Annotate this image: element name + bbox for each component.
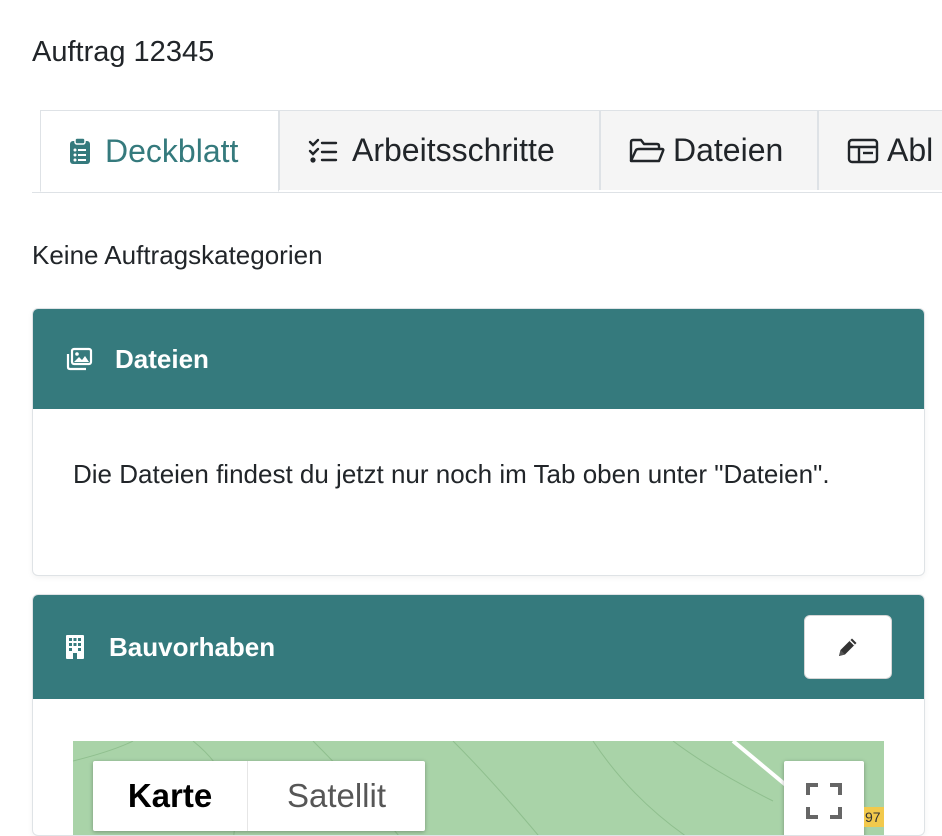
tab-label: Deckblatt <box>105 132 239 169</box>
map-type-satellit[interactable]: Satellit <box>247 761 425 831</box>
fullscreen-button[interactable] <box>784 761 864 835</box>
map-type-karte[interactable]: Karte <box>93 761 247 831</box>
tab-label: Dateien <box>673 132 784 168</box>
road-number-label: 97 <box>864 807 884 827</box>
page-title: Auftrag 12345 <box>32 36 215 68</box>
images-icon <box>65 347 93 371</box>
tab-deckblatt[interactable]: Deckblatt <box>40 110 279 192</box>
files-card-title: Dateien <box>115 343 209 374</box>
project-card: Bauvorhaben Karte Satellit 97 <box>32 594 925 836</box>
map[interactable]: Karte Satellit 97 <box>73 741 884 835</box>
project-card-title: Bauvorhaben <box>109 631 276 662</box>
tab-bar: Deckblatt Arbeitsschritte Dateien Abl <box>32 110 942 193</box>
tab-label: Arbeitsschritte <box>352 132 555 168</box>
building-icon <box>65 634 85 660</box>
project-card-header: Bauvorhaben <box>33 595 924 699</box>
fullscreen-icon <box>806 783 842 819</box>
panel-icon <box>847 138 879 164</box>
no-categories-text: Keine Auftragskategorien <box>32 240 323 270</box>
tab-ablage[interactable]: Abl <box>818 110 942 190</box>
map-type-control: Karte Satellit <box>93 761 425 831</box>
files-card-header: Dateien <box>33 309 924 409</box>
edit-button[interactable] <box>804 615 892 679</box>
tab-dateien[interactable]: Dateien <box>600 110 818 190</box>
tab-arbeitsschritte[interactable]: Arbeitsschritte <box>279 110 600 190</box>
clipboard-list-icon <box>69 137 91 165</box>
tab-label: Abl <box>887 132 934 168</box>
files-card: Dateien Die Dateien findest du jetzt nur… <box>32 308 925 576</box>
pencil-icon <box>836 635 860 659</box>
checklist-icon <box>308 138 338 164</box>
folder-open-icon <box>629 138 665 164</box>
files-card-body: Die Dateien findest du jetzt nur noch im… <box>73 459 830 489</box>
